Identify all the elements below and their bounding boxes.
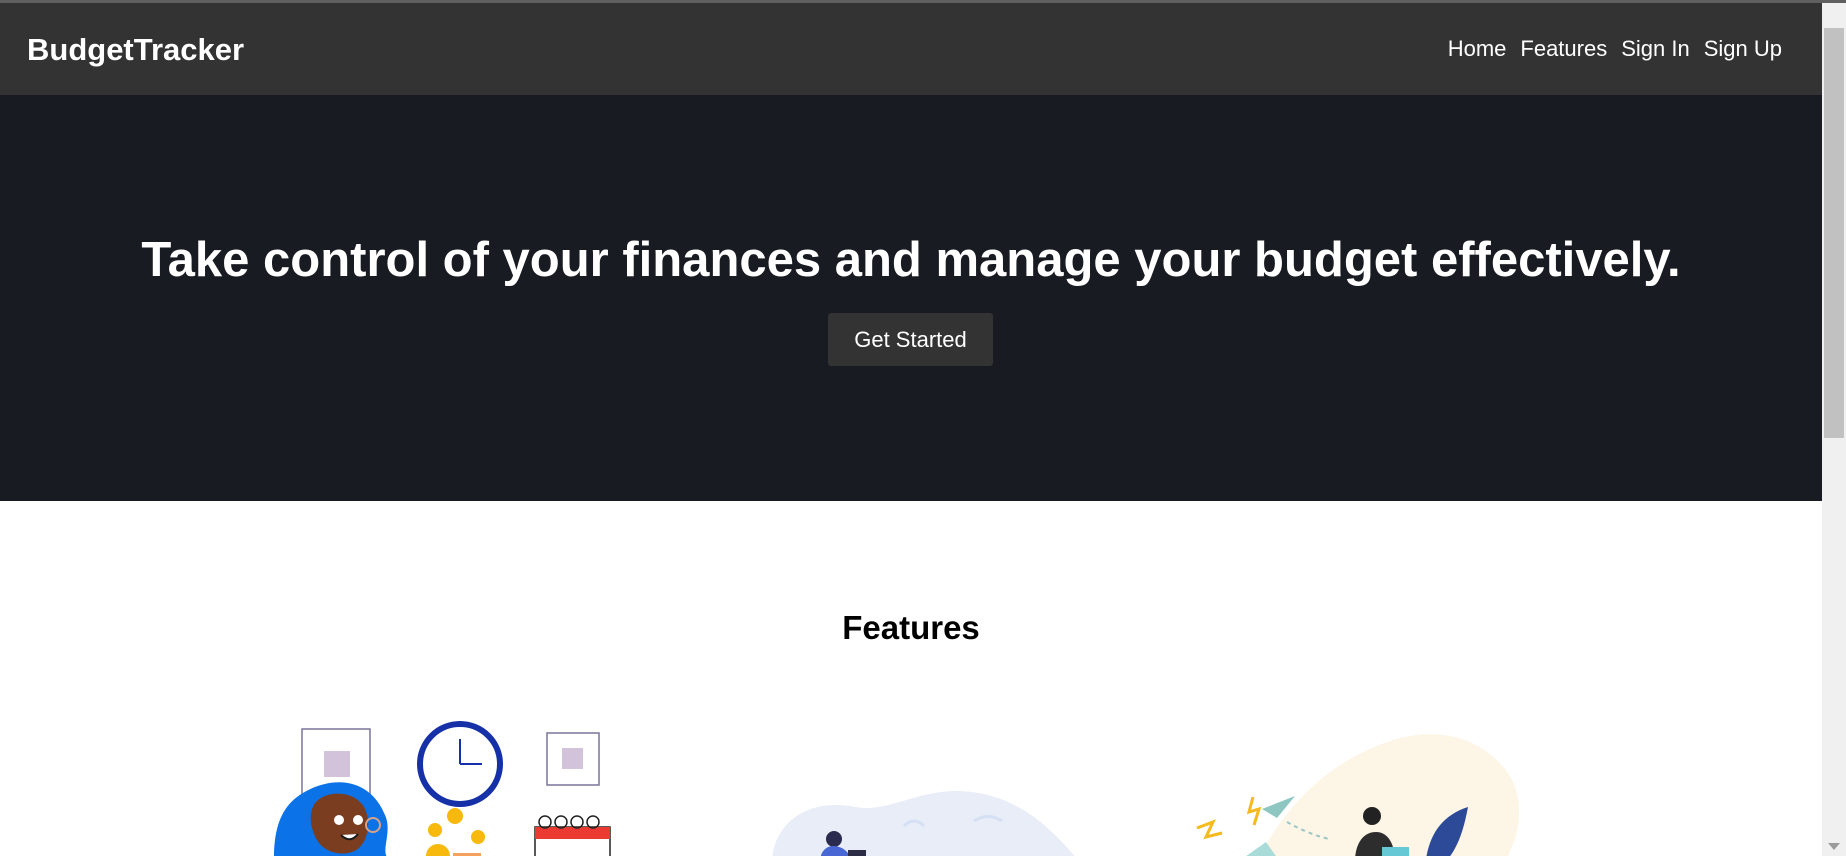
laptop-user-illustration-svg (772, 790, 1075, 856)
coin-icon (447, 808, 463, 824)
laptop-user-illustration (764, 721, 1084, 856)
nav-item-home: Home (1448, 35, 1507, 63)
brand-logo-link[interactable]: BudgetTracker (27, 32, 244, 68)
budget-planning-illustration (270, 721, 620, 856)
features-heading: Features (842, 609, 980, 646)
lightning-icon (1246, 796, 1262, 826)
site-navbar: BudgetTracker Home Features Sign In Sign… (0, 3, 1822, 95)
eye-icon (334, 815, 344, 825)
nav-item-features: Features (1520, 35, 1607, 63)
coin-icon (428, 823, 442, 837)
budget-tracker-page: BudgetTracker Home Features Sign In Sign… (0, 3, 1822, 856)
get-started-button[interactable]: Get Started (828, 313, 993, 366)
calendar-ring-icon (538, 815, 552, 829)
nav-link-home[interactable]: Home (1448, 36, 1507, 61)
background-blob-icon (1259, 734, 1519, 856)
coin-icon (426, 844, 450, 856)
nav-item-sign-in: Sign In (1621, 35, 1690, 63)
nav-link-sign-up[interactable]: Sign Up (1704, 36, 1782, 61)
nav-link-sign-in[interactable]: Sign In (1621, 36, 1690, 61)
growth-workspace-illustration-svg (1196, 734, 1519, 856)
background-blob-icon (772, 790, 1075, 856)
navigation-list: Home Features Sign In Sign Up (1448, 35, 1782, 63)
scrollbar-thumb[interactable] (1824, 28, 1844, 438)
calendar-header-icon (535, 827, 610, 839)
person-head-icon (826, 831, 842, 847)
laptop-icon (848, 850, 866, 856)
frame-square-icon (562, 748, 583, 769)
page-scrollbar[interactable] (1822, 3, 1846, 856)
calendar-ring-icon (586, 815, 600, 829)
budget-planning-illustration-svg (274, 721, 611, 856)
nav-item-sign-up: Sign Up (1704, 35, 1782, 63)
growth-workspace-illustration (1176, 721, 1536, 856)
hero-section: Take control of your finances and manage… (0, 95, 1822, 501)
browser-top-border (0, 0, 1846, 3)
laptop-icon (1382, 847, 1409, 856)
coin-icon (471, 830, 485, 844)
calendar-ring-icon (570, 815, 584, 829)
frame-square-icon (324, 751, 350, 777)
eye-icon (353, 815, 363, 825)
lightning-icon (1196, 819, 1223, 840)
hero-title: Take control of your finances and manage… (141, 233, 1681, 287)
scroll-down-icon[interactable] (1828, 843, 1840, 850)
person-head-icon (1363, 807, 1381, 825)
calendar-ring-icon (554, 815, 568, 829)
nav-link-features[interactable]: Features (1520, 36, 1607, 61)
